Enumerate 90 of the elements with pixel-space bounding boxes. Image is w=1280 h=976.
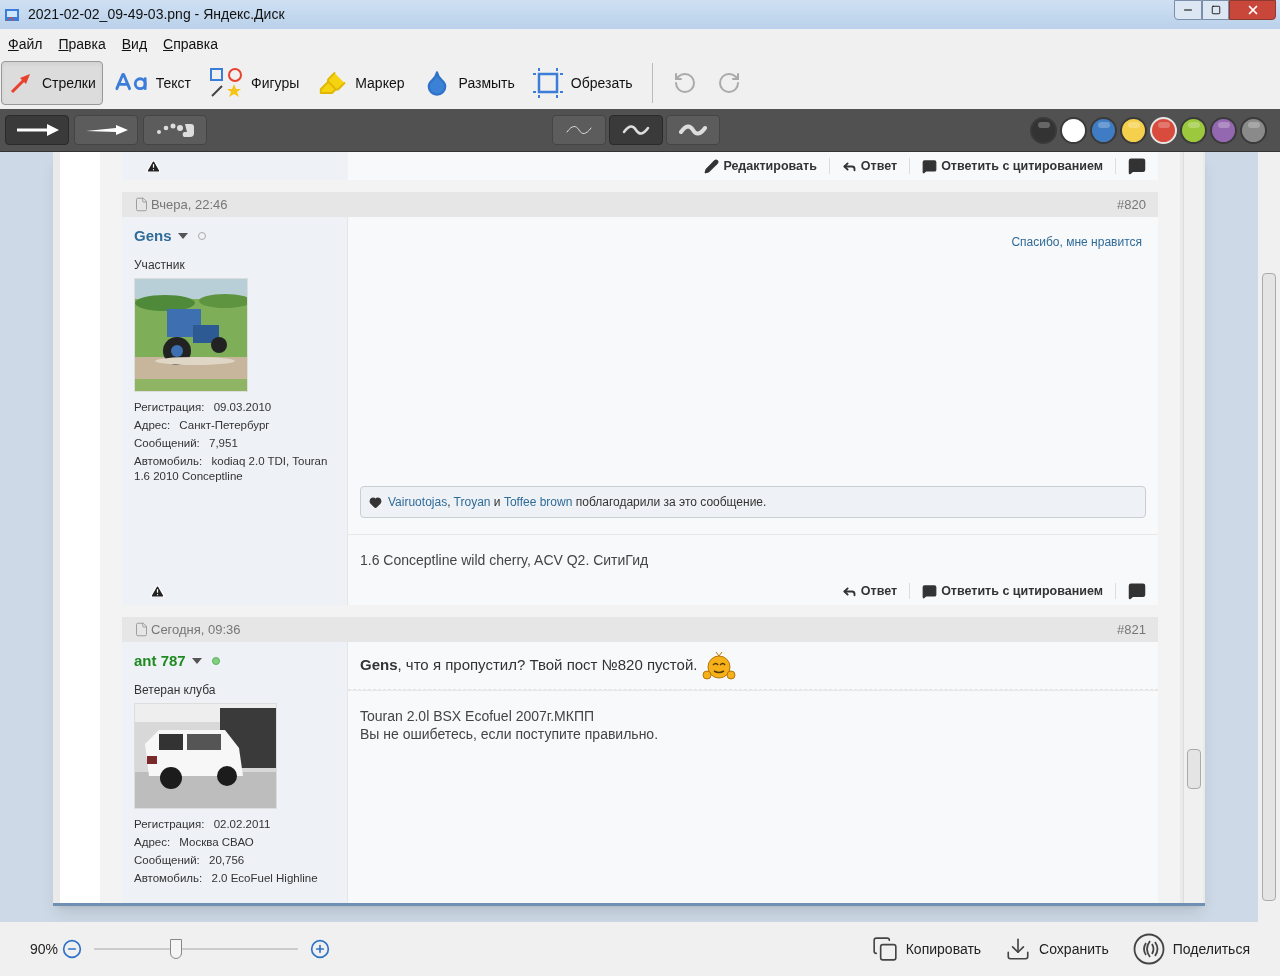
tool-button[interactable]: Обрезать xyxy=(525,61,640,105)
footer-action-button[interactable]: Копировать xyxy=(871,936,982,962)
menu-item[interactable]: Файл xyxy=(8,33,43,55)
line-width-button[interactable] xyxy=(609,115,663,145)
minimize-button[interactable] xyxy=(1174,0,1202,20)
app-icon xyxy=(4,6,20,23)
post-icon xyxy=(134,622,149,637)
color-swatch[interactable] xyxy=(1120,116,1147,144)
user-role: Участник xyxy=(134,256,186,274)
tool-button[interactable]: Размыть xyxy=(415,61,522,105)
user-detail: Автомобиль: 2.0 EcoFuel Highline xyxy=(134,870,319,886)
post-date: Вчера, 22:46 xyxy=(151,195,228,214)
slider-thumb[interactable] xyxy=(169,939,182,959)
username-link[interactable]: Gens xyxy=(134,225,172,248)
username-link[interactable]: ant 787 xyxy=(134,650,186,673)
report-icon[interactable] xyxy=(146,158,161,174)
report-icon[interactable] xyxy=(150,583,165,599)
signature-line: 1.6 Conceptline wild cherry, ACV Q2. СитиГид xyxy=(360,551,650,569)
thanks-text: Vairuotojas, Troyan и Toffee brown поблагодарили за это сообщение. xyxy=(388,494,767,511)
line-width-button[interactable] xyxy=(666,115,720,145)
user-detail: Адрес: Москва СВАО xyxy=(134,834,255,850)
dropdown-caret-icon[interactable] xyxy=(191,658,202,665)
color-swatch[interactable] xyxy=(1090,116,1117,144)
smiley-icon xyxy=(701,650,738,681)
dropdown-caret-icon[interactable] xyxy=(177,233,188,240)
user-link[interactable]: Toffee brown xyxy=(503,495,573,509)
post-action-link[interactable]: Редактировать xyxy=(692,156,829,176)
arrow-style-button[interactable] xyxy=(5,115,69,145)
menu-item[interactable]: Вид xyxy=(121,33,148,55)
footer-action-button[interactable]: Поделиться xyxy=(1132,933,1250,965)
heart-icon xyxy=(369,495,382,509)
post-message: Gens, что я пропустил? Твой пост №820 пустой. xyxy=(360,655,698,676)
close-button[interactable] xyxy=(1229,0,1276,20)
user-detail: Регистрация: 02.02.2011 xyxy=(134,816,272,832)
menu-item[interactable]: Правка xyxy=(58,33,106,55)
menu-item[interactable]: Справка xyxy=(163,33,218,55)
pencil-icon xyxy=(704,158,720,174)
tool-button[interactable]: Маркер xyxy=(310,61,412,105)
user-role: Ветеран клуба xyxy=(134,681,217,699)
like-link[interactable]: Спасибо, мне нравится xyxy=(1011,233,1142,251)
multi-quote-icon[interactable] xyxy=(1128,157,1146,175)
canvas-scrollbar[interactable] xyxy=(1258,152,1280,922)
user-detail: Адрес: Санкт-Петербург xyxy=(134,417,271,433)
color-swatch[interactable] xyxy=(1240,116,1267,144)
inner-scrollbar[interactable] xyxy=(1183,152,1203,903)
tool-button[interactable]: Текст xyxy=(106,61,198,105)
dotted-arrow-icon xyxy=(155,121,195,139)
footer-action-button[interactable]: Сохранить xyxy=(1005,936,1109,962)
user-detail: Сообщений: 7,951 xyxy=(134,435,239,451)
signature-line: Touran 2.0l BSX Ecofuel 2007г.МКПП xyxy=(360,707,596,725)
signature-line: Вы не ошибетесь, если поступите правильно. xyxy=(360,725,660,743)
post-action-link[interactable]: Ответ xyxy=(829,581,910,601)
window-title: 2021-02-02_09-49-03.png - Яндекс.Диск xyxy=(28,5,285,24)
user-detail: Регистрация: 09.03.2010 xyxy=(134,399,273,415)
post-date: Сегодня, 09:36 xyxy=(151,620,241,639)
zoom-slider[interactable] xyxy=(94,939,299,959)
maximize-icon xyxy=(1210,5,1221,15)
user-detail: Автомобиль: kodiaq 2.0 TDI, Touran 1.6 2010 Conceptline xyxy=(134,453,329,484)
copy-icon xyxy=(871,936,898,962)
color-swatch[interactable] xyxy=(1180,116,1207,144)
post-action-link[interactable]: Ответ xyxy=(829,156,910,176)
arrow-style-button[interactable] xyxy=(143,115,207,145)
multi-quote-icon[interactable] xyxy=(1128,582,1146,600)
zoom-out-icon[interactable] xyxy=(62,939,83,959)
wave-icon xyxy=(565,124,593,136)
tool-button[interactable]: Фигуры xyxy=(202,61,307,105)
color-swatch[interactable] xyxy=(1030,116,1057,144)
maximize-button[interactable] xyxy=(1202,0,1229,20)
wave-icon xyxy=(622,124,650,136)
wave-icon xyxy=(679,124,707,136)
post-icon xyxy=(134,197,149,212)
arrow-icon xyxy=(15,122,59,138)
post-action-link[interactable]: Ответить с цитированием xyxy=(910,581,1115,601)
user-link[interactable]: Troyan xyxy=(453,495,491,509)
color-swatch[interactable] xyxy=(1060,116,1087,144)
color-swatch[interactable] xyxy=(1210,116,1237,144)
quote-icon xyxy=(922,158,938,174)
quote-icon xyxy=(922,583,938,599)
arrow-style-button[interactable] xyxy=(74,115,138,145)
post-number[interactable]: #820 xyxy=(1117,194,1146,215)
post-number[interactable]: #821 xyxy=(1117,619,1146,640)
shapes-icon xyxy=(209,67,243,99)
download-icon xyxy=(1005,936,1032,962)
share-icon xyxy=(1132,933,1165,965)
post-action-link[interactable]: Ответить с цитированием xyxy=(910,156,1115,176)
zoom-in-icon[interactable] xyxy=(310,939,331,959)
zoom-reading: 90% xyxy=(30,939,59,959)
tool-button[interactable]: Стрелки xyxy=(1,61,103,105)
crop-icon xyxy=(532,68,563,98)
user-detail: Сообщений: 20,756 xyxy=(134,852,246,868)
